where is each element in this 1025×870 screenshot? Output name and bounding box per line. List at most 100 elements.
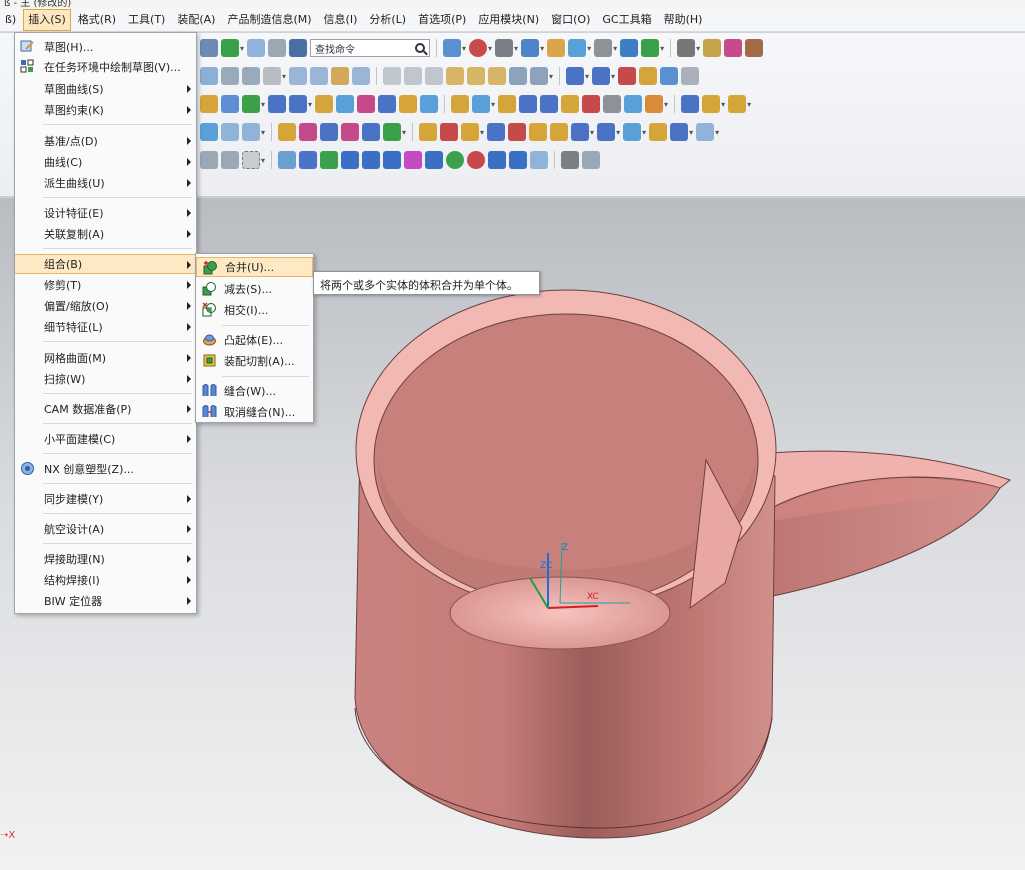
line-icon[interactable] <box>200 67 218 85</box>
info-icon[interactable] <box>289 39 308 57</box>
menu-item-sketch[interactable]: 草图(H)... <box>15 37 196 57</box>
menu-item-biw-locator[interactable]: BIW 定位器 <box>15 591 196 611</box>
bounded-plane-icon[interactable] <box>383 123 402 141</box>
snap-arc-center-icon[interactable] <box>404 151 423 169</box>
snap-grid-icon[interactable] <box>561 151 580 169</box>
menu-item-structure-welding[interactable]: 结构焊接(I) <box>15 570 196 590</box>
menu-insert[interactable]: 插入(S) <box>23 8 71 31</box>
layer-settings-icon[interactable] <box>641 39 660 57</box>
menu-analysis[interactable]: 分析(L) <box>364 9 411 31</box>
sew-surface-icon[interactable] <box>529 123 548 141</box>
sew-toolbar-icon[interactable] <box>268 95 287 113</box>
thicken-icon[interactable] <box>420 95 439 113</box>
datum-plane-icon[interactable] <box>221 39 239 57</box>
datum-csys-icon[interactable] <box>268 39 287 57</box>
curve-analysis-icon[interactable] <box>724 39 743 57</box>
menu-item-detail-feature[interactable]: 细节特征(L) <box>15 317 196 337</box>
trim-sheet-icon[interactable] <box>508 123 527 141</box>
curve-tool-icon[interactable] <box>745 39 764 57</box>
snap-tangent-icon[interactable] <box>425 151 444 169</box>
join-curve-icon[interactable] <box>509 67 528 85</box>
select-body-icon[interactable] <box>278 151 297 169</box>
sweep-icon[interactable] <box>582 95 601 113</box>
menu-item-associative-copy[interactable]: 关联复制(A) <box>15 224 196 244</box>
extension-icon[interactable] <box>440 123 459 141</box>
patch-surface-icon[interactable] <box>550 123 569 141</box>
select-face-icon[interactable] <box>299 151 318 169</box>
menu-gc-toolkit[interactable]: GC工具箱 <box>597 9 656 31</box>
n-sided-surface-icon[interactable] <box>242 123 260 141</box>
snap-quadrant-icon[interactable] <box>446 151 465 169</box>
helix-icon[interactable] <box>639 67 658 85</box>
snap-existing-point-icon[interactable] <box>467 151 486 169</box>
command-search-input[interactable]: 查找命令 <box>310 39 431 57</box>
menu-preferences[interactable]: 首选项(P) <box>413 9 471 31</box>
point-icon[interactable] <box>200 39 218 57</box>
menu-item-sketch-curve[interactable]: 草图曲线(S) <box>15 79 196 99</box>
menu-item-weld-assistant[interactable]: 焊接助理(N) <box>15 549 196 569</box>
array-feature-icon[interactable] <box>200 95 218 113</box>
menu-item-sweep[interactable]: 扫掠(W) <box>15 369 196 389</box>
measure-icon[interactable] <box>703 39 722 57</box>
menu-item-aerospace-design[interactable]: 航空设计(A) <box>15 519 196 539</box>
plus-icon[interactable] <box>221 67 239 85</box>
fill-surface-icon[interactable] <box>419 123 438 141</box>
bridge-curve-icon[interactable] <box>530 67 549 85</box>
view-section-icon[interactable] <box>568 39 587 57</box>
styled-sweep-icon[interactable] <box>341 123 360 141</box>
menu-item-combine[interactable]: 组合(B) <box>15 254 196 274</box>
menu-assemblies[interactable]: 装配(A) <box>172 9 220 31</box>
menu-item-design-feature[interactable]: 设计特征(E) <box>15 203 196 223</box>
menu-format[interactable]: 格式(R) <box>73 9 121 31</box>
menu-item-offset-scale[interactable]: 偏置/缩放(O) <box>15 296 196 316</box>
chamfer-icon[interactable] <box>472 95 491 113</box>
global-shaping-icon[interactable] <box>649 123 668 141</box>
datum-axis-icon[interactable] <box>247 39 266 57</box>
offset-surface-icon[interactable] <box>487 123 506 141</box>
background-icon[interactable] <box>594 39 613 57</box>
menu-item-datum-point[interactable]: 基准/点(D) <box>15 131 196 151</box>
extend-curve-icon[interactable] <box>425 67 444 85</box>
color-icon[interactable] <box>645 95 664 113</box>
offset-curve-icon[interactable] <box>331 67 350 85</box>
emboss-icon[interactable] <box>561 95 580 113</box>
rectangle-select-icon[interactable] <box>242 151 260 169</box>
menu-item-derived-curve[interactable]: 派生曲线(U) <box>15 173 196 193</box>
snap-on-face-icon[interactable] <box>509 151 528 169</box>
smooth-curve-icon[interactable] <box>488 67 507 85</box>
menu-item-nx-realize-shape[interactable]: NX 创意塑型(Z)... <box>15 459 196 479</box>
submenu-item-intersect[interactable]: 相交(I)... <box>196 300 313 320</box>
menu-tools[interactable]: 工具(T) <box>123 9 170 31</box>
snap-intersection-icon[interactable] <box>383 151 402 169</box>
menu-item-curve[interactable]: 曲线(C) <box>15 152 196 172</box>
match-edge-icon[interactable] <box>623 123 642 141</box>
submenu-item-unite[interactable]: 合并(U)... <box>196 257 313 277</box>
menu-item-cam-data-prep[interactable]: CAM 数据准备(P) <box>15 399 196 419</box>
submenu-item-subtract[interactable]: 减去(S)... <box>196 279 313 299</box>
menu-item-sketch-constraint[interactable]: 草图约束(K) <box>15 100 196 120</box>
text-curve-icon[interactable] <box>660 67 679 85</box>
patch-icon[interactable] <box>289 95 308 113</box>
fit-view-icon[interactable] <box>443 39 462 57</box>
orient-view-icon[interactable] <box>521 39 540 57</box>
law-extension-icon[interactable] <box>461 123 480 141</box>
snap-view-icon[interactable] <box>620 39 639 57</box>
submenu-item-unsew[interactable]: 取消缝合(N)... <box>196 402 313 422</box>
shape-icon[interactable] <box>263 67 281 85</box>
menu-window-partial[interactable]: ß) <box>0 9 21 31</box>
draft-icon[interactable] <box>498 95 517 113</box>
spline-icon[interactable] <box>566 67 585 85</box>
tube-icon[interactable] <box>603 95 622 113</box>
shell-icon[interactable] <box>399 95 418 113</box>
snap-on-curve-icon[interactable] <box>488 151 507 169</box>
arc-icon[interactable] <box>618 67 637 85</box>
curve-length-icon[interactable] <box>467 67 486 85</box>
studio-surface-icon[interactable] <box>299 123 318 141</box>
snap-midpoint-icon[interactable] <box>341 151 360 169</box>
menu-pmi[interactable]: 产品制造信息(M) <box>222 9 316 31</box>
submenu-item-sew[interactable]: 缝合(W)... <box>196 381 313 401</box>
draft-analysis-icon[interactable] <box>728 95 747 113</box>
menu-item-sketch-in-task[interactable]: 在任务环境中绘制草图(V)... <box>15 57 196 77</box>
trim-curve-icon[interactable] <box>383 67 402 85</box>
menu-item-trim[interactable]: 修剪(T) <box>15 275 196 295</box>
